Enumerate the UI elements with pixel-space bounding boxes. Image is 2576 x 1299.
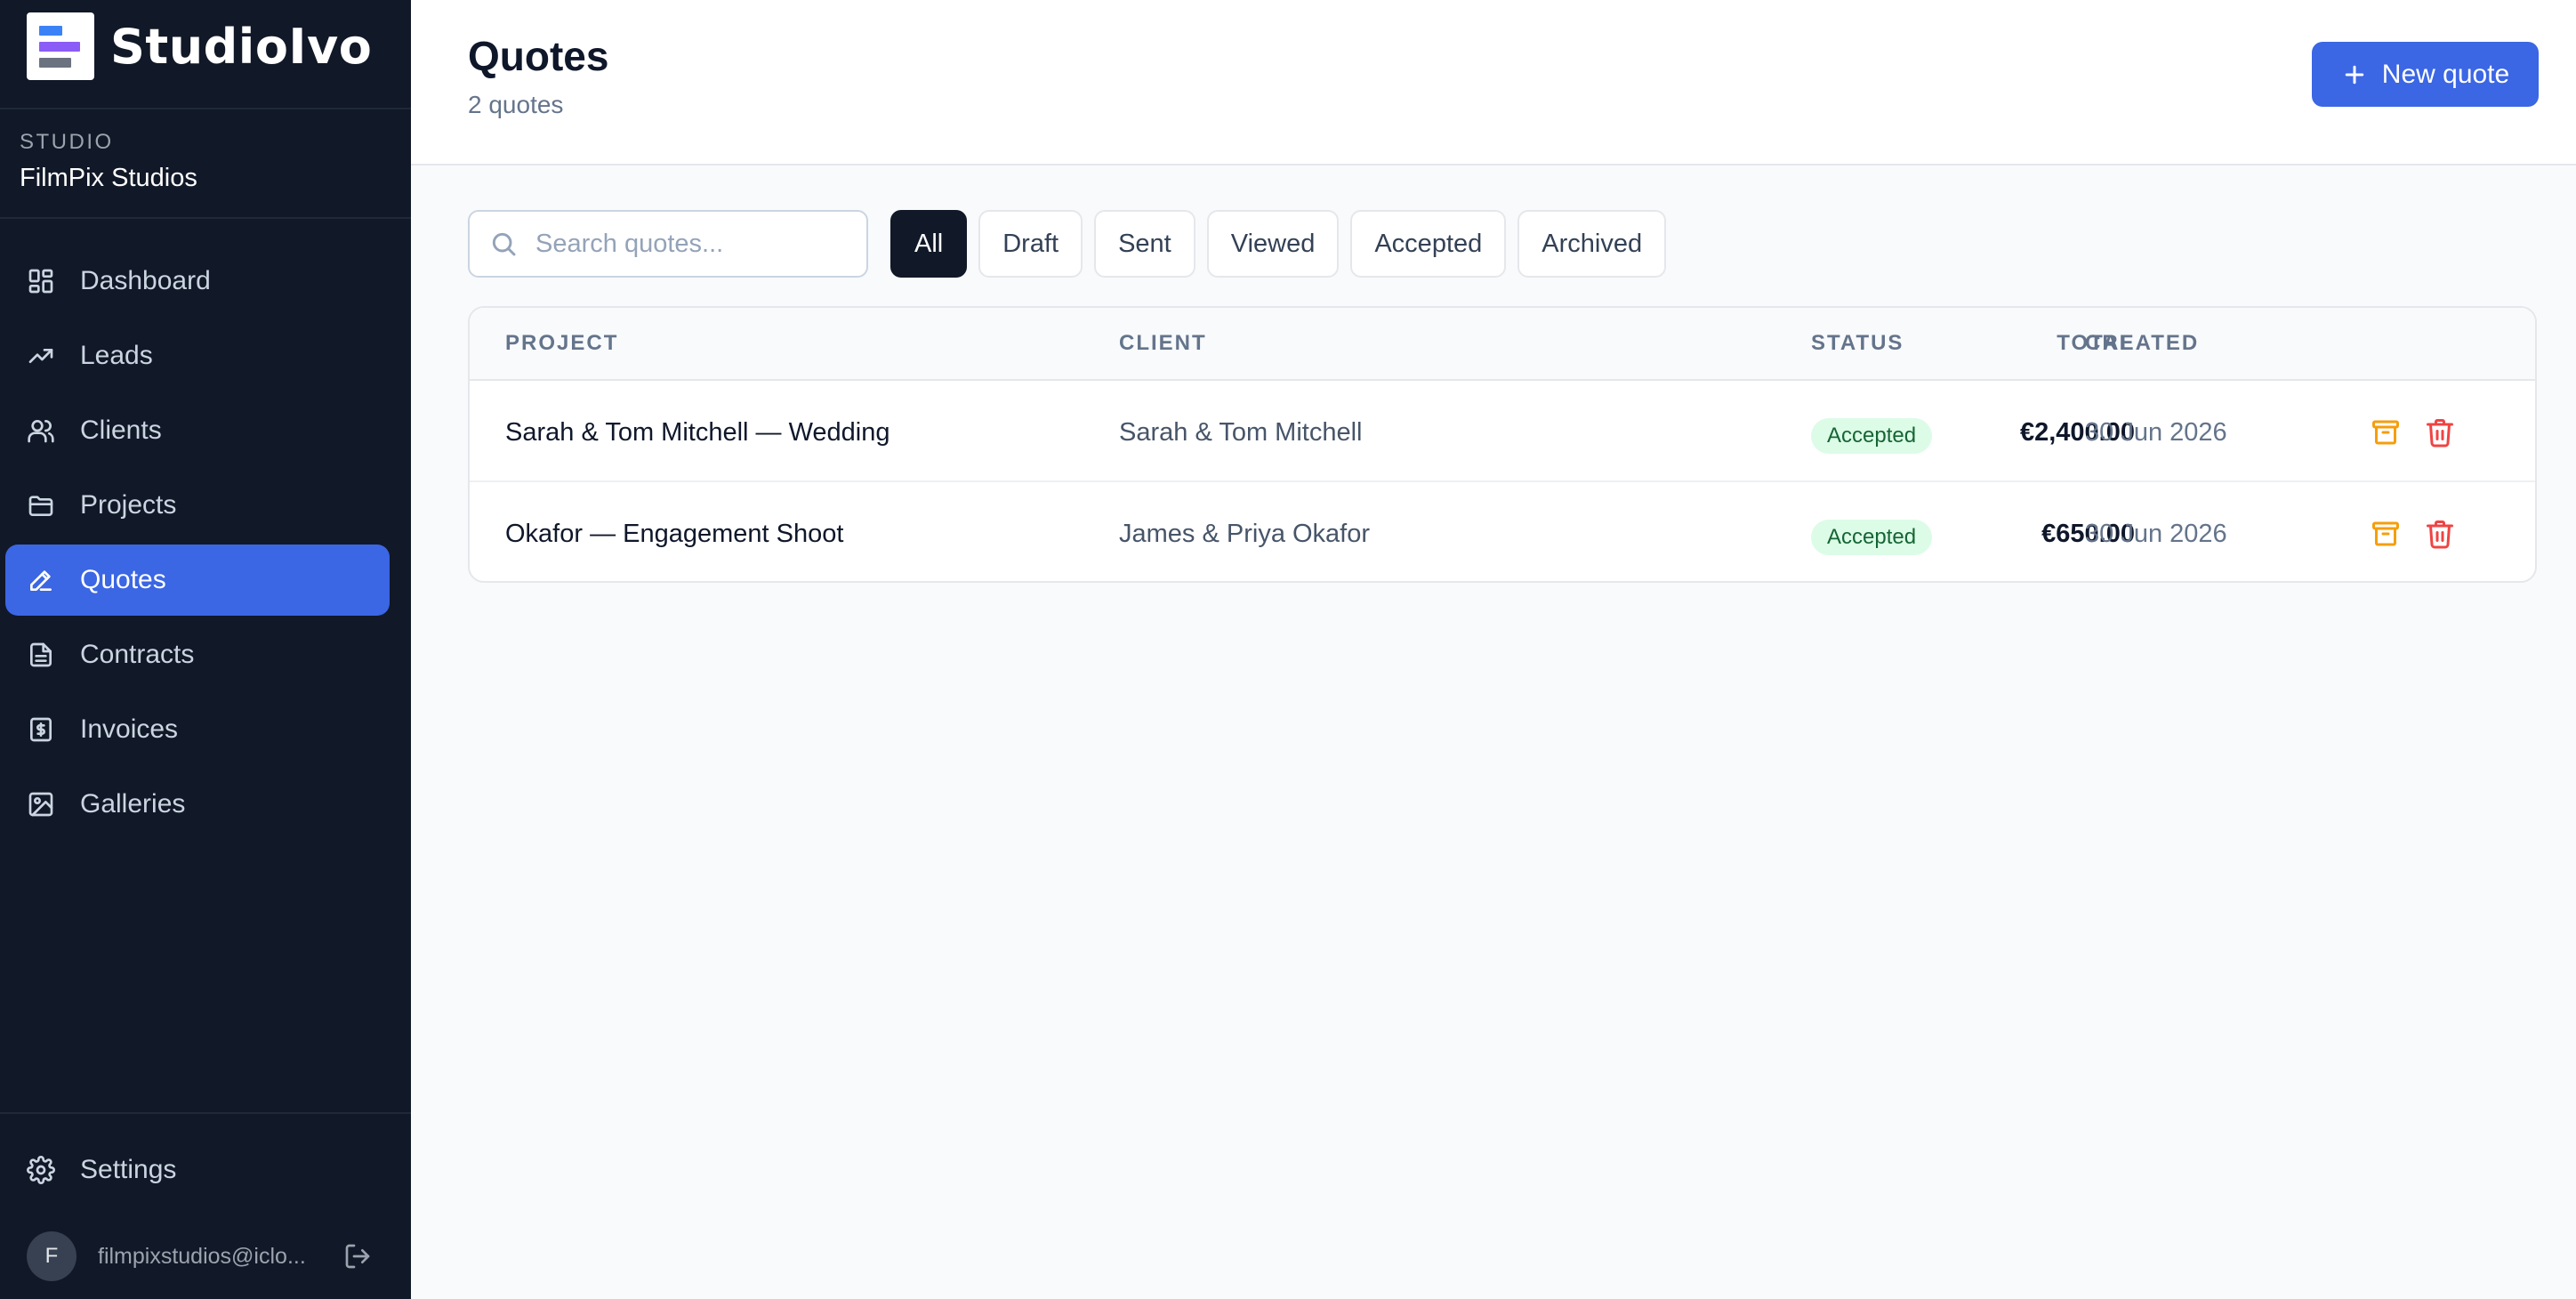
settings-nav: Settings — [5, 1134, 390, 1209]
sidebar: StudioIvo STUDIO FilmPix Studios Dashboa… — [0, 0, 411, 1299]
quote-client: James & Priya Okafor — [1119, 520, 1371, 548]
sidebar-item-leads[interactable]: Leads — [5, 320, 390, 391]
quote-created: 30 Jun 2026 — [2085, 418, 2227, 447]
invoice-dollar-icon — [27, 715, 55, 744]
table-row[interactable]: Sarah & Tom Mitchell — Wedding Sarah & T… — [470, 383, 2535, 482]
gear-icon — [27, 1156, 55, 1184]
search-input[interactable] — [535, 229, 856, 259]
sidebar-item-clients[interactable]: Clients — [5, 395, 390, 466]
table-row[interactable]: Okafor — Engagement Shoot James & Priya … — [470, 484, 2535, 581]
filter-all[interactable]: All — [890, 210, 968, 278]
sidebar-item-label: Invoices — [80, 714, 179, 744]
sidebar-item-settings[interactable]: Settings — [5, 1134, 390, 1206]
sidebar-item-dashboard[interactable]: Dashboard — [5, 246, 390, 317]
sidebar-item-label: Dashboard — [80, 266, 211, 295]
filter-sent[interactable]: Sent — [1094, 210, 1195, 278]
document-icon — [27, 641, 55, 669]
brand-name: StudioIvo — [110, 18, 373, 75]
brand-logo-icon — [27, 12, 94, 80]
quote-count: 2 quotes — [468, 91, 564, 118]
filter-accepted[interactable]: Accepted — [1350, 210, 1507, 278]
user-account: F filmpixstudios@iclo... — [27, 1231, 400, 1281]
column-header-status[interactable]: STATUS — [1811, 331, 1904, 356]
sidebar-item-projects[interactable]: Projects — [5, 470, 390, 541]
new-quote-button[interactable]: New quote — [2312, 42, 2539, 107]
dashboard-icon — [27, 267, 55, 295]
plus-icon — [2345, 65, 2364, 84]
table-header: PROJECT CLIENT TOTAL STATUS CREATED — [470, 308, 2535, 381]
folder-icon — [27, 491, 55, 520]
trash-icon[interactable] — [2424, 518, 2456, 550]
column-header-created[interactable]: CREATED — [2085, 331, 2199, 356]
new-quote-label: New quote — [2381, 59, 2510, 89]
quote-project[interactable]: Sarah & Tom Mitchell — Wedding — [505, 418, 890, 448]
studio-label: STUDIO — [20, 130, 114, 154]
sidebar-item-label: Quotes — [80, 565, 166, 594]
filter-draft[interactable]: Draft — [978, 210, 1083, 278]
search-box — [468, 210, 868, 278]
studio-name: FilmPix Studios — [20, 164, 197, 192]
status-badge: Accepted — [1811, 520, 1933, 555]
sidebar-item-invoices[interactable]: Invoices — [5, 694, 390, 765]
sidebar-item-label: Clients — [80, 416, 162, 445]
archive-icon[interactable] — [2370, 416, 2402, 448]
archive-icon[interactable] — [2370, 518, 2402, 550]
filter-archived[interactable]: Archived — [1517, 210, 1667, 278]
page-header: Quotes 2 quotes New quote — [411, 0, 2576, 165]
divider — [0, 217, 411, 219]
brand[interactable]: StudioIvo — [27, 12, 372, 80]
logout-icon[interactable] — [343, 1242, 372, 1271]
sidebar-item-label: Leads — [80, 341, 153, 370]
image-icon — [27, 790, 55, 819]
divider — [0, 1112, 411, 1114]
quote-project[interactable]: Okafor — Engagement Shoot — [505, 520, 843, 549]
users-icon — [27, 416, 55, 445]
sidebar-item-contracts[interactable]: Contracts — [5, 619, 390, 690]
pencil-icon — [27, 566, 55, 594]
avatar[interactable]: F — [27, 1231, 76, 1281]
filter-viewed[interactable]: Viewed — [1206, 210, 1340, 278]
trash-icon[interactable] — [2424, 416, 2456, 448]
sidebar-item-galleries[interactable]: Galleries — [5, 769, 390, 840]
divider — [0, 108, 411, 109]
page-title: Quotes — [468, 33, 609, 79]
user-email: filmpixstudios@iclo... — [98, 1243, 306, 1269]
quote-created: 30 Jun 2026 — [2085, 520, 2227, 548]
status-filters: All Draft Sent Viewed Accepted Archived — [890, 210, 1678, 278]
sidebar-nav: Dashboard Leads Clients Projects Quotes — [5, 246, 390, 843]
sidebar-item-label: Projects — [80, 490, 177, 520]
sidebar-item-label: Settings — [80, 1155, 177, 1184]
status-badge: Accepted — [1811, 418, 1933, 454]
sidebar-item-label: Galleries — [80, 789, 186, 819]
sidebar-item-quotes[interactable]: Quotes — [5, 545, 390, 616]
sidebar-item-label: Contracts — [80, 640, 195, 669]
quotes-table: PROJECT CLIENT TOTAL STATUS CREATED Sara… — [468, 306, 2537, 583]
column-header-client[interactable]: CLIENT — [1119, 331, 1207, 356]
search-icon — [492, 232, 516, 256]
quote-client: Sarah & Tom Mitchell — [1119, 418, 1363, 447]
column-header-project[interactable]: PROJECT — [505, 331, 618, 356]
trending-up-icon — [27, 342, 55, 370]
